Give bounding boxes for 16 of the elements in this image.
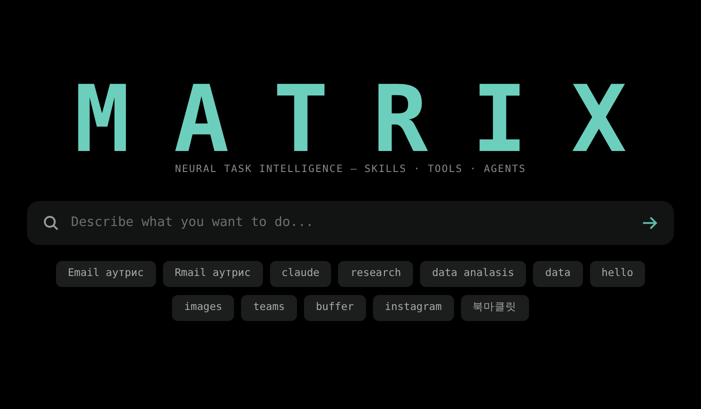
suggestion-chip[interactable]: 북마클릿 [460,295,529,321]
search-input[interactable]: Describe what you want to do... [71,213,630,233]
arrow-right-icon[interactable] [642,216,658,230]
suggestion-chip[interactable]: data [533,261,583,287]
search-field[interactable]: Describe what you want to do... [27,201,674,245]
suggestion-chip[interactable]: Rmail аутрис [162,261,263,287]
suggestion-chip[interactable]: data analasis [420,261,526,287]
suggestion-chip[interactable]: teams [241,295,297,321]
suggestion-chip[interactable]: Email аутрис [56,261,156,287]
suggestion-chip[interactable]: hello [590,261,646,287]
suggestion-chip[interactable]: buffer [304,295,366,321]
search-icon [43,215,59,231]
suggestion-chip[interactable]: research [338,261,414,287]
suggestion-chip[interactable]: images [172,295,234,321]
suggestion-chip[interactable]: instagram [372,295,454,321]
suggestion-chip[interactable]: claude [270,261,332,287]
